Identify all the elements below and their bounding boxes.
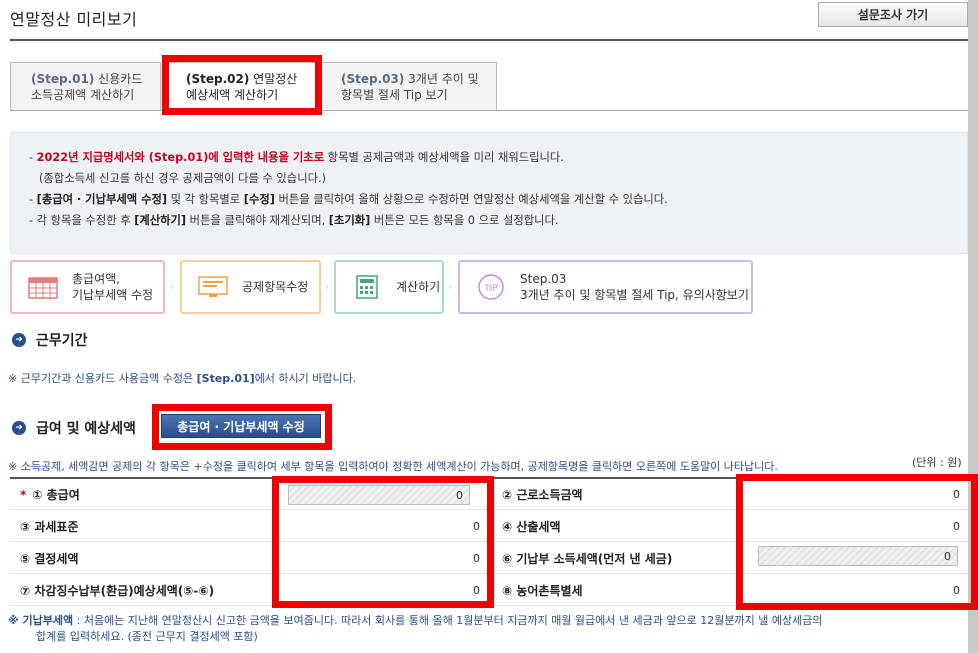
step-salary-edit[interactable]: 총급여액, 기납부세액 수정 [10, 260, 165, 314]
step-arrow-icon: › [448, 282, 452, 293]
step-salary-line1: 총급여액, [72, 272, 120, 286]
rural-special-tax-value: 0 [953, 584, 960, 597]
tab-step03[interactable]: (Step.03) 3개년 추이 및 항목별 절세 Tip 보기 [320, 62, 497, 110]
notice-line-4-text: 버튼은 모든 항목을 0 으로 설정합니다. [370, 214, 559, 227]
row-divider [10, 605, 968, 606]
salary-section-label: 급여 및 예상세액 [36, 421, 136, 437]
calculator-icon [352, 275, 382, 299]
scroll-area [968, 0, 978, 653]
survey-button[interactable]: 설문조사 가기 [818, 2, 968, 27]
required-mark: * [20, 488, 27, 502]
tip-icon: TIP [476, 274, 506, 300]
notice-bold-calc: [계산하기] [134, 214, 187, 227]
salary-edit-button[interactable]: 총급여 · 기납부세액 수정 [161, 414, 321, 438]
computed-tax-label[interactable]: ④ 산출세액 [502, 518, 561, 535]
tab-step03-line2: 항목별 절세 Tip 보기 [341, 88, 448, 102]
prepaid-tax-label[interactable]: ⑥ 기납부 소득세액(먼저 낸 세금) [502, 550, 672, 567]
step-deduction-edit[interactable]: 공제항목수정 [180, 260, 321, 314]
row-divider [10, 573, 968, 574]
salary-section-title: ➜ 급여 및 예상세액 [12, 418, 136, 438]
monitor-icon [198, 275, 228, 299]
arrow-bullet-icon: ➜ [12, 421, 26, 435]
work-period-note-c: 에서 하시기 바랍니다. [254, 372, 357, 385]
tab-step02-line2: 예상세액 계산하기 [186, 88, 279, 102]
tab-step01-line2: 소득공제액 계산하기 [31, 88, 135, 102]
gross-salary-text: ① 총급여 [32, 488, 80, 502]
unit-label: (단위 : 원) [912, 456, 962, 469]
step-deduction-label: 공제항목수정 [242, 280, 309, 294]
work-period-note: ※ 근무기간과 신용카드 사용금액 수정은 [Step.01]에서 하시기 바랍… [8, 370, 356, 386]
footnote-label: ※ 기납부세액 [8, 614, 74, 627]
step-arrow-icon: › [170, 282, 174, 293]
notice-line-1: - 2022년 지급명세서와 (Step.01)에 입력한 내용을 기초로 항목… [29, 151, 564, 164]
notice-line-3-mid: 및 각 항목별로 [167, 193, 244, 206]
work-period-note-step: [Step.01] [196, 372, 255, 385]
step-calculate-label: 계산하기 [396, 280, 441, 294]
notice-bold-modify: [수정] [243, 193, 275, 206]
expected-refund-label[interactable]: ⑦ 차감징수납부(환급)예상세액(⑤-⑥) [20, 582, 214, 599]
tax-base-value: 0 [473, 520, 480, 533]
notice-box: - 2022년 지급명세서와 (Step.01)에 입력한 내용을 기초로 항목… [10, 132, 968, 254]
step-calculate[interactable]: 계산하기 [334, 260, 444, 314]
step-salary-line2: 기납부세액 수정 [72, 288, 154, 302]
work-period-note-a: ※ 근무기간과 신용카드 사용금액 수정은 [8, 372, 197, 385]
tab-divider [10, 110, 968, 111]
tab-step02-step: (Step.02) [186, 72, 250, 86]
prepaid-tax-footnote: ※ 기납부세액 : 처음에는 지난해 연말정산시 신고한 금액을 보여줍니다. … [8, 613, 908, 645]
notice-line-1-text: 항목별 공제금액과 예상세액을 미리 채워드립니다. [324, 151, 564, 164]
page-title: 연말정산 미리보기 [10, 10, 138, 29]
notice-line-4-a: 각 항목을 수정한 후 [36, 214, 135, 227]
work-period-title: ➜ 근무기간 [12, 330, 88, 350]
svg-text:TIP: TIP [483, 284, 498, 294]
arrow-bullet-icon: ➜ [12, 333, 26, 347]
tab-step02[interactable]: (Step.02) 연말정산 예상세액 계산하기 [165, 62, 320, 110]
step-03-line2: 3개년 추이 및 항목별 절세 Tip, 유의사항보기 [520, 288, 749, 302]
work-period-label: 근무기간 [36, 333, 88, 349]
salary-note: ※ 소득공제, 세액감면 공제의 각 항목은 +수정을 클릭하여 세부 항목을 … [8, 460, 778, 473]
gross-salary-label[interactable]: * ① 총급여 [20, 486, 80, 503]
tab-step01-line1: 신용카드 [98, 72, 143, 86]
expected-refund-value: 0 [473, 584, 480, 597]
tab-step01-step: (Step.01) [31, 72, 95, 86]
determined-tax-value: 0 [473, 552, 480, 565]
notice-highlight: 2022년 지급명세서와 (Step.01)에 입력한 내용을 기초로 [36, 151, 325, 164]
notice-line-4-mid: 버튼을 클릭해야 재계산되며, [186, 214, 329, 227]
footnote-text-2: 합계를 입력하세요. (종전 근무지 결정세액 포함) [36, 630, 258, 643]
table-top-border [10, 477, 968, 479]
notice-bold-edit: [총급여 · 기납부세액 수정] [36, 193, 168, 206]
determined-tax-label[interactable]: ⑤ 결정세액 [20, 550, 79, 567]
notice-bold-reset: [초기화] [328, 214, 371, 227]
computed-tax-value: 0 [953, 520, 960, 533]
step-03-tips[interactable]: TIP Step.03 3개년 추이 및 항목별 절세 Tip, 유의사항보기 [458, 260, 753, 314]
earned-income-label[interactable]: ② 근로소득금액 [502, 486, 583, 503]
tab-step01[interactable]: (Step.01) 신용카드 소득공제액 계산하기 [10, 62, 161, 110]
tab-step02-line1: 연말정산 [253, 72, 298, 86]
tax-base-label[interactable]: ③ 과세표준 [20, 518, 79, 535]
prepaid-tax-input[interactable]: 0 [758, 546, 958, 566]
earned-income-value: 0 [953, 488, 960, 501]
step-03-line1: Step.03 [520, 272, 567, 286]
notice-line-4: - 각 항목을 수정한 후 [계산하기] 버튼을 클릭해야 재계산되며, [초기… [29, 214, 559, 227]
notice-line-2: (종합소득세 신고를 하신 경우 공제금액이 다를 수 있습니다.) [39, 172, 326, 185]
tab-step03-line1: 3개년 추이 및 [408, 72, 479, 86]
footnote-text-1: : 처음에는 지난해 연말정산시 신고한 금액을 보여줍니다. 따라서 회사를 … [73, 614, 823, 627]
rural-special-tax-label[interactable]: ⑧ 농어촌특별세 [502, 582, 583, 599]
row-divider [10, 541, 968, 542]
tab-step03-step: (Step.03) [341, 72, 405, 86]
title-divider [10, 39, 968, 41]
step-arrow-icon: › [325, 282, 329, 293]
calendar-icon [28, 275, 58, 299]
notice-line-3: - [총급여 · 기납부세액 수정] 및 각 항목별로 [수정] 버튼을 클릭하… [29, 193, 668, 206]
notice-line-3-text: 버튼을 클릭하여 올해 상황으로 수정하면 연말정산 예상세액을 계산할 수 있… [274, 193, 668, 206]
gross-salary-input[interactable]: 0 [288, 485, 470, 505]
row-divider [10, 509, 968, 510]
